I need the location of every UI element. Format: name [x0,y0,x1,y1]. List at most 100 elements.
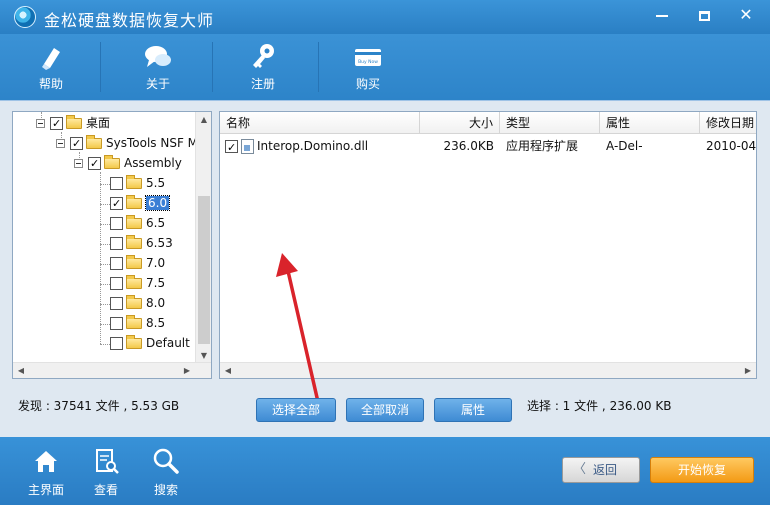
column-header-type[interactable]: 类型 [500,112,600,134]
tree-node-systools[interactable]: SysTools NSF M [56,134,197,154]
deselect-all-button[interactable]: 全部取消 [346,398,424,422]
scroll-left-icon[interactable]: ◀ [220,363,236,378]
folder-icon [126,315,142,329]
tree-node-7-0[interactable]: 7.0 [110,254,165,274]
tree-line [100,172,101,344]
tree-node-label: 6.53 [146,236,173,250]
file-attributes: A-Del- [606,139,643,153]
folder-icon [126,215,142,229]
folder-icon [126,295,142,309]
selected-summary: 选择 : 1 文件 , 236.00 KB [527,399,672,413]
checkbox[interactable] [110,277,123,290]
register-label: 注册 [250,77,275,91]
back-label: 返回 [593,463,618,477]
collapse-icon[interactable] [74,159,83,168]
tree-node-label: 8.0 [146,296,166,310]
minimize-icon [656,14,668,17]
tree-node-label: SysTools NSF M [106,136,197,150]
toolbar-divider [100,42,101,92]
folder-tree-viewport: 桌面 SysTools NSF M Assembly 5.5 6.0 6.5 6… [13,112,197,364]
folder-icon [126,235,142,249]
home-button[interactable]: 主界面 [18,445,74,499]
collapse-icon[interactable] [56,139,65,148]
tree-node-6-5[interactable]: 6.5 [110,214,165,234]
tree-node-default[interactable]: Default [110,334,190,354]
folder-icon [126,255,142,269]
tree-horizontal-scrollbar[interactable]: ◀ ▶ [13,362,211,378]
app-logo-icon [14,6,36,28]
scroll-right-icon[interactable]: ▶ [740,363,756,378]
close-icon: ✕ [739,5,753,24]
search-icon [153,448,179,474]
tree-node-8-0[interactable]: 8.0 [110,294,165,314]
toolbar-divider [318,42,319,92]
checkbox[interactable] [225,138,238,156]
minimize-button[interactable] [644,0,680,30]
checkbox[interactable] [110,217,123,230]
search-button[interactable]: 搜索 [138,445,194,499]
scroll-up-icon[interactable]: ▲ [196,112,211,128]
buy-button[interactable]: Buy Now 购买 [328,38,408,98]
checkbox[interactable] [88,155,101,173]
checkbox[interactable] [110,195,123,213]
search-label: 搜索 [153,483,178,497]
tree-node-5-5[interactable]: 5.5 [110,174,165,194]
column-header-size[interactable]: 大小 [420,112,500,134]
folder-tree: 桌面 SysTools NSF M Assembly 5.5 6.0 6.5 6… [12,111,212,379]
view-button[interactable]: 查看 [78,445,134,499]
scroll-left-icon[interactable]: ◀ [13,363,29,378]
tree-node-6-0[interactable]: 6.0 [110,194,171,214]
view-label: 查看 [93,483,118,497]
tree-node-assembly[interactable]: Assembly [74,154,182,174]
home-icon [35,451,57,472]
tree-node-8-5[interactable]: 8.5 [110,314,165,334]
tree-node-label: 7.0 [146,256,166,270]
checkbox[interactable] [110,297,123,310]
checkbox[interactable] [110,237,123,250]
key-icon [253,44,274,68]
collapse-icon[interactable] [36,119,45,128]
tree-node-6-53[interactable]: 6.53 [110,234,173,254]
folder-icon [126,335,142,349]
checkbox[interactable] [50,115,63,133]
start-recovery-button[interactable]: 开始恢复 [650,457,754,483]
tree-scroll-thumb[interactable] [198,196,210,344]
home-label: 主界面 [27,483,64,497]
credit-card-icon: Buy Now [355,49,381,66]
app-title: 金松硬盘数据恢复大师 [44,11,215,30]
checkbox[interactable] [110,337,123,350]
buy-label: 购买 [355,77,380,91]
help-label: 帮助 [38,77,63,91]
maximize-button[interactable] [686,0,722,30]
tree-node-label: 桌面 [86,116,111,130]
back-button[interactable]: 〈 返回 [562,457,640,483]
checkbox[interactable] [70,135,83,153]
file-list-horizontal-scrollbar[interactable]: ◀ ▶ [220,362,756,378]
column-header-modified[interactable]: 修改日期 [700,112,756,134]
close-button[interactable]: ✕ [728,0,764,30]
chat-bubble-icon [145,46,171,67]
column-header-attributes[interactable]: 属性 [600,112,700,134]
scroll-right-icon[interactable]: ▶ [179,363,195,378]
tree-node-label: Default [146,336,190,350]
table-row[interactable]: Interop.Domino.dll 236.0KB 应用程序扩展 A-Del-… [220,136,756,156]
folder-icon [126,275,142,289]
tree-vertical-scrollbar[interactable]: ▲ ▼ [195,112,211,364]
checkbox[interactable] [110,177,123,190]
properties-button[interactable]: 属性 [434,398,512,422]
tree-node-label: 6.0 [144,195,171,211]
select-all-button[interactable]: 选择全部 [256,398,336,422]
top-toolbar: 帮助 关于 注册 Buy Now 购买 [0,34,770,100]
about-button[interactable]: 关于 [118,38,198,98]
tree-node-7-5[interactable]: 7.5 [110,274,165,294]
column-header-name[interactable]: 名称 [220,112,420,134]
checkbox[interactable] [110,257,123,270]
tree-node-label: 7.5 [146,276,166,290]
register-button[interactable]: 注册 [223,38,303,98]
help-button[interactable]: 帮助 [11,38,91,98]
folder-icon [86,135,102,149]
tree-node-label: 6.5 [146,216,166,230]
checkbox[interactable] [110,317,123,330]
tree-node-desktop[interactable]: 桌面 [36,114,110,134]
document-magnifier-icon [96,449,119,474]
